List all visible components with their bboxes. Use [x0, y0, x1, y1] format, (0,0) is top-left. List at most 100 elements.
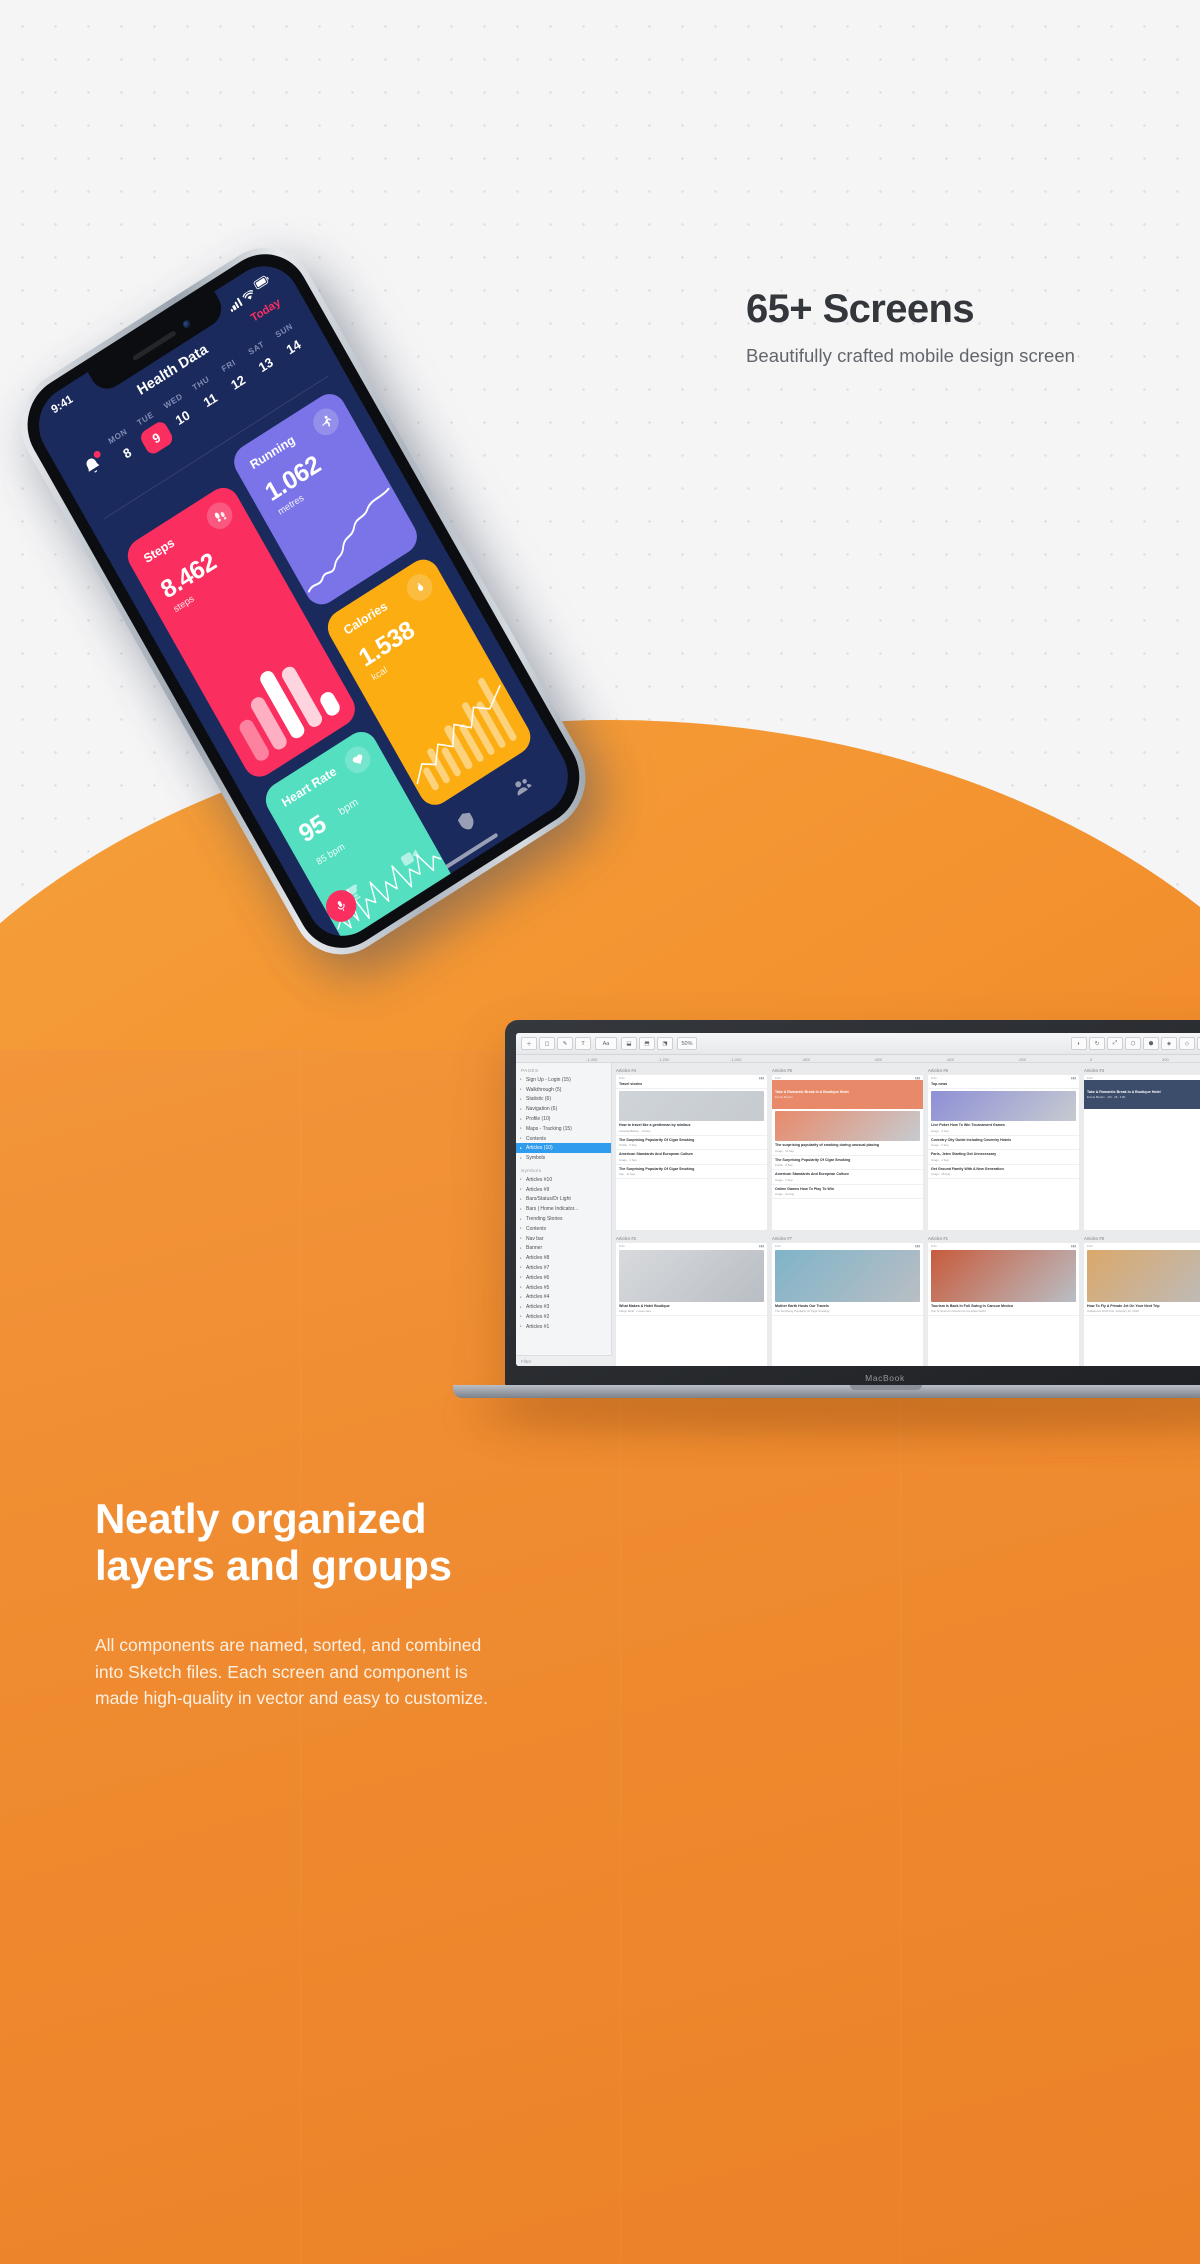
sketch-canvas[interactable]: Articles #4 9:41 ▮▮▮ Travel stories How to t… — [612, 1063, 1200, 1366]
artboard-card[interactable]: How to travel like a gentleman by minibu… — [616, 1089, 767, 1136]
font-select[interactable]: Aa — [595, 1037, 617, 1050]
layer-item[interactable]: ▸ Articles #5 — [516, 1283, 611, 1293]
ruler-tick: -200 — [1018, 1056, 1027, 1062]
pen-button[interactable]: ✎ — [557, 1037, 573, 1050]
zoom-level[interactable]: 50% — [677, 1037, 697, 1050]
layer-item[interactable]: ▸ Articles #9 — [516, 1185, 611, 1195]
artboard-card[interactable]: Tourism Is Back In Full Swing In Cancun … — [928, 1248, 1079, 1317]
artboard-card[interactable]: Travel stories — [616, 1080, 767, 1090]
layer-item[interactable]: ▸ Articles #1 — [516, 1322, 611, 1332]
toolbar-group-layer[interactable]: ⬓ ⬒ ⬔ — [621, 1037, 673, 1050]
layer-item[interactable]: ▸ Articles #8 — [516, 1253, 611, 1263]
artboard-card[interactable]: The surprising popularity of smoking dur… — [772, 1109, 923, 1156]
artboard-card[interactable]: Take A Romantic Break In A Boutique Hote… — [772, 1080, 923, 1110]
rotate-button[interactable]: ↻ — [1089, 1037, 1105, 1050]
subtract-button[interactable]: ⬢ — [1143, 1037, 1159, 1050]
layer-filter-input[interactable]: Filter — [516, 1355, 612, 1366]
artboard-label[interactable]: Articles #4 — [616, 1068, 767, 1073]
toolbar-group-right[interactable]: ◐ ↻ ⤢ ⬡ ⬢ ◈ ◇ ⤓ ▦ ☁ — [1071, 1037, 1200, 1050]
artboard-card[interactable]: American Standards And European Culture I… — [616, 1150, 767, 1165]
artboard-card-title: Tourism Is Back In Full Swing In Cancun … — [931, 1304, 1014, 1308]
artboard-label[interactable]: Articles #5 — [772, 1068, 923, 1073]
align-right-button[interactable]: ⬔ — [657, 1037, 673, 1050]
bell-icon[interactable] — [79, 449, 109, 484]
artboard-card[interactable]: Coventry City Guide Including Coventry H… — [928, 1136, 1079, 1151]
page-item[interactable]: ▸ Profile (10) — [516, 1114, 611, 1124]
artboard-label[interactable]: Articles #1 — [928, 1236, 1079, 1241]
people-icon[interactable] — [508, 771, 536, 801]
layer-item[interactable]: ▸ Trending Stories — [516, 1214, 611, 1224]
artboard-label[interactable]: Articles #6 — [928, 1068, 1079, 1073]
artboard-label[interactable]: Articles #7 — [772, 1236, 923, 1241]
artboard-card[interactable]: Paris, Jetex Starting Got Unnecessary Ima… — [928, 1150, 1079, 1165]
artboard-card[interactable]: What Makes A Hotel Boutique Kahye Weid · … — [616, 1248, 767, 1317]
scale-button[interactable]: ⤢ — [1107, 1037, 1123, 1050]
layer-item[interactable]: ▸ Articles #10 — [516, 1175, 611, 1185]
insert-button[interactable]: ＋ — [521, 1037, 537, 1050]
artboard[interactable]: 9:41▮▮▮Take A Romantic Break In A Boutiq… — [1084, 1075, 1200, 1230]
artboard-card[interactable]: The Surprising Popularity Of Cigar Smoki… — [616, 1136, 767, 1151]
artboard[interactable]: 9:41 ▮▮▮ What Makes A Hotel Boutique Kahye … — [616, 1243, 767, 1366]
layer-item[interactable]: ▸ Nav bar — [516, 1234, 611, 1244]
layers-list[interactable]: ▸ Articles #10 ▸ Articles #9 ▸ Bars/Status/Dr… — [516, 1175, 611, 1332]
layers-panel[interactable]: PAGES ▸ Sign Up - Login (15) ▸ Walkthrough … — [516, 1063, 612, 1366]
shape-button[interactable]: ◻ — [539, 1037, 555, 1050]
union-button[interactable]: ⬡ — [1125, 1037, 1141, 1050]
page-item[interactable]: ▸ Navigation (6) — [516, 1104, 611, 1114]
artboard[interactable]: 9:41▮▮▮How To Fly A Private Jet On Your … — [1084, 1243, 1200, 1366]
page-item[interactable]: ▸ Contents — [516, 1134, 611, 1144]
intersect-button[interactable]: ◈ — [1161, 1037, 1177, 1050]
artboard-card[interactable]: Mother Earth Hosts Our Travels The Surpri… — [772, 1248, 923, 1317]
artboard-card[interactable]: American Standards And European Culture I… — [772, 1170, 923, 1185]
page-item[interactable]: ▸ Symbols — [516, 1153, 611, 1163]
chevron-right-icon: ▸ — [520, 1265, 522, 1270]
artboard-card-image — [619, 1250, 764, 1302]
chevron-right-icon: ▸ — [520, 1294, 522, 1299]
layer-item[interactable]: ▸ Banner — [516, 1244, 611, 1254]
artboard-label[interactable]: Articles #3 — [1084, 1068, 1200, 1073]
artboard-label[interactable]: Articles #2 — [616, 1236, 767, 1241]
page-item[interactable]: ▸ Statistic (6) — [516, 1095, 611, 1105]
mask-button[interactable]: ◐ — [1071, 1037, 1087, 1050]
artboard-card[interactable]: How To Fly A Private Jet On Your Next Tr… — [1084, 1248, 1200, 1317]
artboard-card[interactable]: Get Ground Family With A New Generation I… — [928, 1165, 1079, 1180]
artboard-card[interactable]: Take A Romantic Break In A Boutique Hote… — [1084, 1080, 1200, 1110]
align-center-button[interactable]: ⬒ — [639, 1037, 655, 1050]
layer-item[interactable]: ▸ Articles #4 — [516, 1292, 611, 1302]
align-left-button[interactable]: ⬓ — [621, 1037, 637, 1050]
page-item[interactable]: ▸ Sign Up - Login (15) — [516, 1075, 611, 1085]
difference-button[interactable]: ◇ — [1179, 1037, 1195, 1050]
artboard[interactable]: 9:41▮▮▮Take A Romantic Break In A Boutiq… — [772, 1075, 923, 1230]
layer-item[interactable]: ▸ Articles #3 — [516, 1302, 611, 1312]
artboard-card[interactable]: Online Games How To Play To Win Image · 2… — [772, 1185, 923, 1200]
layer-item-label: Articles #2 — [526, 1313, 550, 1320]
page-item[interactable]: ▸ Maps - Tracking (15) — [516, 1124, 611, 1134]
artboard-card[interactable]: Top news — [928, 1080, 1079, 1090]
artboard-label[interactable]: Articles #8 — [1084, 1236, 1200, 1241]
sketch-toolbar[interactable]: ＋ ◻ ✎ T Aa ⬓ ⬒ ⬔ 50% ◐ ↻ ⤢ ⬡ ⬢ ◈ ◇ — [516, 1033, 1200, 1055]
page-item[interactable]: ▸ Walkthrough (5) — [516, 1085, 611, 1095]
chevron-right-icon: ▸ — [520, 1196, 522, 1201]
chevron-right-icon: ▸ — [520, 1255, 522, 1260]
artboard-card[interactable]: The Surprising Popularity Of Cigar Smoki… — [772, 1156, 923, 1171]
artboard-card[interactable]: The Surprising Popularity Of Cigar Smoki… — [616, 1165, 767, 1180]
macbook-mockup: ＋ ◻ ✎ T Aa ⬓ ⬒ ⬔ 50% ◐ ↻ ⤢ ⬡ ⬢ ◈ ◇ -1,40… — [453, 1020, 1200, 1450]
toolbar-group-insert[interactable]: ＋ ◻ ✎ T — [521, 1037, 591, 1050]
layer-item[interactable]: ▸ Articles #2 — [516, 1312, 611, 1322]
orange-section-title: Neatly organized layers and groups — [95, 1495, 452, 1590]
artboard[interactable]: 9:41 ▮▮▮ Top news Live Poker How To Win Tou… — [928, 1075, 1079, 1230]
layer-item[interactable]: ▸ Bars | Home Indicator... — [516, 1204, 611, 1214]
artboard[interactable]: 9:41 ▮▮▮ Tourism Is Back In Full Swing In … — [928, 1243, 1079, 1366]
layer-item[interactable]: ▸ Articles #6 — [516, 1273, 611, 1283]
layer-item[interactable]: ▸ Contents — [516, 1224, 611, 1234]
artboard[interactable]: 9:41 ▮▮▮ Mother Earth Hosts Our Travels The… — [772, 1243, 923, 1366]
layer-item[interactable]: ▸ Bars/Status/Dr Light — [516, 1195, 611, 1205]
artboard-card[interactable]: Live Poker How To Win Tournament Games Im… — [928, 1089, 1079, 1136]
pages-list[interactable]: ▸ Sign Up - Login (15) ▸ Walkthrough (5) ▸ St… — [516, 1075, 611, 1163]
page-item[interactable]: ▸ Articles (10) — [516, 1143, 611, 1154]
text-button[interactable]: T — [575, 1037, 591, 1050]
video-icon[interactable] — [396, 842, 424, 872]
shield-icon[interactable] — [452, 806, 480, 836]
layer-item[interactable]: ▸ Articles #7 — [516, 1263, 611, 1273]
artboard[interactable]: 9:41 ▮▮▮ Travel stories How to travel like … — [616, 1075, 767, 1230]
